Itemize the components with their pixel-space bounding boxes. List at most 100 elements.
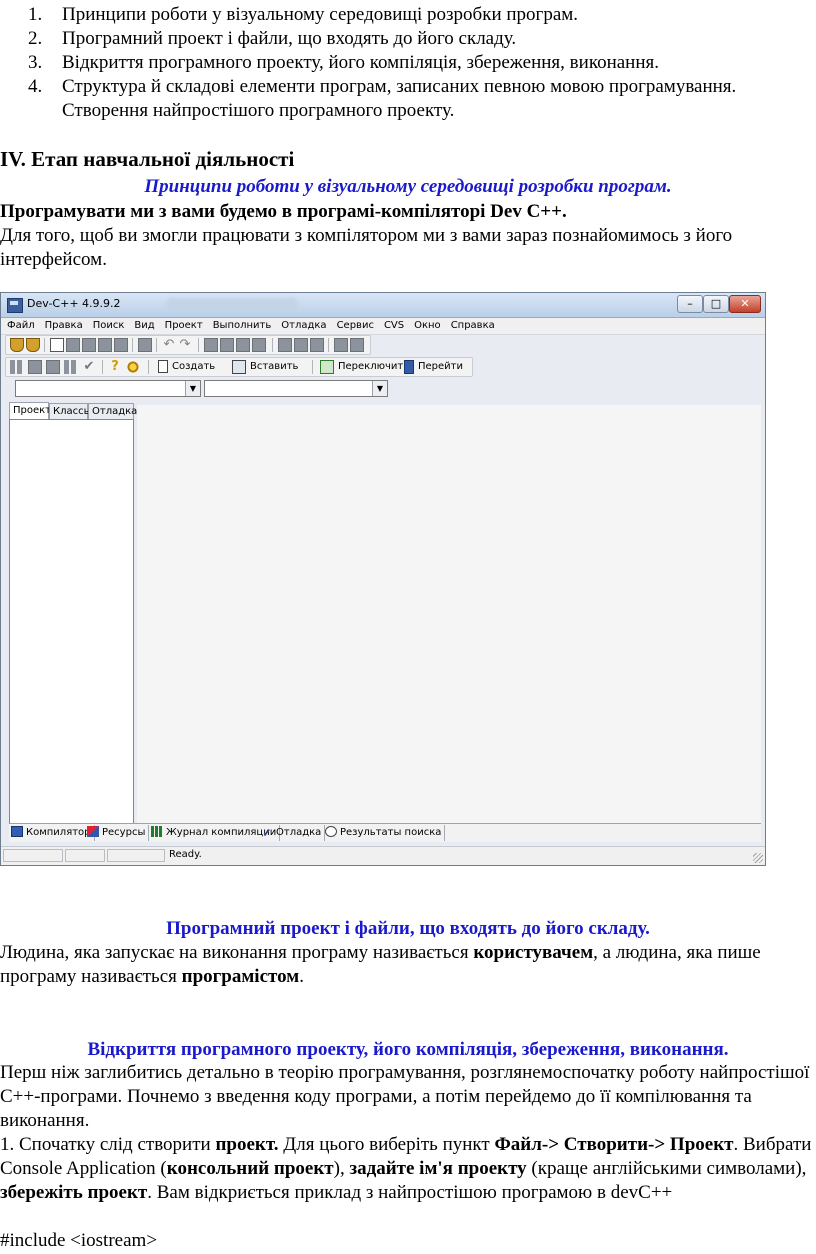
debug-check-icon[interactable]: ✔ [82, 360, 96, 374]
status-text: Ready. [169, 849, 202, 860]
tab-search-results[interactable]: Результаты поиска [325, 825, 446, 841]
help-icon[interactable]: ? [108, 360, 122, 374]
about-icon[interactable] [126, 360, 140, 374]
document-page: 1. Принципи роботи у візуальному середови… [0, 0, 816, 1254]
toolbar-separator [102, 360, 103, 374]
open-icon[interactable] [66, 338, 80, 352]
part3-heading: Відкриття програмного проекту, його комп… [87, 1039, 729, 1060]
tab-debug[interactable]: Отладка [88, 403, 137, 419]
tab-project[interactable]: Проект [9, 402, 51, 420]
switch-button[interactable]: Переключить [338, 361, 409, 373]
toolbar-separator [198, 338, 199, 352]
menu-file[interactable]: Файл [1, 318, 39, 332]
toolbar-separator [312, 360, 313, 374]
compile-run-icon[interactable] [46, 360, 60, 374]
text-run: ), [333, 1158, 350, 1179]
menu-help[interactable]: Справка [445, 318, 499, 332]
find-icon[interactable] [204, 338, 218, 352]
rebuild-icon[interactable] [64, 360, 78, 374]
project-options-icon[interactable] [310, 338, 324, 352]
term-save-project: збережіть проект [0, 1182, 148, 1203]
remove-from-project-icon[interactable] [294, 338, 308, 352]
comment-icon[interactable] [334, 338, 348, 352]
debug-icon: ✓ [261, 826, 273, 840]
print-icon[interactable] [138, 338, 152, 352]
close-button[interactable]: ✕ [729, 295, 761, 313]
menu-project[interactable]: Проект [159, 318, 207, 332]
tab-classes[interactable]: Классы [49, 403, 92, 419]
term-set-name: задайте ім'я проекту [349, 1158, 527, 1179]
project-browser-panel[interactable] [9, 419, 134, 824]
tab-resources[interactable]: Ресурсы [87, 825, 150, 841]
status-position [3, 849, 63, 862]
menu-search[interactable]: Поиск [87, 318, 129, 332]
goto-line-icon[interactable] [252, 338, 266, 352]
tab-label: Журнал компиляции [166, 827, 277, 838]
member-combo[interactable]: ▼ [204, 380, 388, 397]
compile-icon[interactable] [10, 360, 24, 374]
devcpp-app-icon [7, 298, 23, 313]
redo-icon[interactable]: ↷ [178, 338, 192, 352]
tab-compiler[interactable]: Компилятор [11, 825, 95, 841]
switch-icon[interactable] [320, 360, 334, 374]
create-button[interactable]: Создать [172, 361, 215, 373]
insert-button[interactable]: Вставить [250, 361, 298, 373]
term-programmer: програмістом [181, 966, 300, 987]
goto-button[interactable]: Перейти [418, 361, 463, 373]
tab-debug-output[interactable]: ✓ Отладка [261, 825, 326, 841]
text-run: (краще англійськими символами), [526, 1158, 807, 1179]
compiler-icon [11, 826, 23, 837]
replace-icon[interactable] [220, 338, 234, 352]
editor-area[interactable] [137, 405, 761, 825]
insert-icon[interactable] [232, 360, 246, 374]
save-icon[interactable] [82, 338, 96, 352]
menu-execute[interactable]: Выполнить [207, 318, 276, 332]
menu-debug[interactable]: Отладка [275, 318, 330, 332]
section-subtitle: Принципи роботи у візуальному середовищі… [144, 176, 672, 197]
undo-icon[interactable]: ↶ [162, 338, 176, 352]
text-run: Людина, яка запускає на виконання програ… [0, 942, 474, 963]
add-to-project-icon[interactable] [278, 338, 292, 352]
save-all-icon[interactable] [98, 338, 112, 352]
list-item: 1. Принципи роботи у візуальному середови… [28, 3, 810, 27]
minimize-button[interactable]: – [677, 295, 703, 313]
goto-icon[interactable] [404, 360, 414, 374]
indent-icon[interactable] [350, 338, 364, 352]
menu-edit[interactable]: Правка [39, 318, 87, 332]
intro-bold-line: Програмувати ми з вами будемо в програмі… [0, 201, 567, 222]
toolbar-separator [156, 338, 157, 352]
text-run: 1. Спочатку слід створити [0, 1134, 216, 1155]
class-combo[interactable]: ▼ [15, 380, 201, 397]
tab-label: Ресурсы [102, 827, 146, 838]
devcpp-window: Dev-C++ 4.9.9.2 – □ ✕ Файл Правка Поиск Вид… [0, 292, 766, 866]
project-icon[interactable] [10, 338, 24, 352]
maximize-button[interactable]: □ [703, 295, 729, 313]
list-text: Структура й складові елементи програм, з… [62, 76, 737, 121]
menu-cvs[interactable]: CVS [378, 318, 408, 332]
create-icon[interactable] [158, 360, 168, 373]
dropdown-arrow-icon[interactable]: ▼ [185, 381, 200, 396]
menu-tools[interactable]: Сервис [331, 318, 378, 332]
window-title: Dev-C++ 4.9.9.2 [27, 297, 121, 310]
list-text: Відкриття програмного проекту, його комп… [62, 52, 660, 73]
bottom-panel-tabs: Компилятор Ресурсы Журнал компиляции ✓ От… [9, 823, 761, 842]
blurred-title-area [167, 298, 297, 309]
tab-label: Компилятор [26, 827, 91, 838]
run-icon[interactable] [28, 360, 42, 374]
list-item: 4. Структура й складові елементи програм,… [28, 75, 810, 123]
toolbar-separator [328, 338, 329, 352]
menu-view[interactable]: Вид [128, 318, 158, 332]
dropdown-arrow-icon[interactable]: ▼ [372, 381, 387, 396]
menu-window[interactable]: Окно [408, 318, 445, 332]
part2-heading: Програмний проект і файли, що входять до… [166, 918, 650, 939]
close-file-icon[interactable] [114, 338, 128, 352]
class-icon[interactable] [26, 338, 40, 352]
toolbar-separator [44, 338, 45, 352]
list-number: 3. [28, 52, 43, 73]
resize-grip-icon[interactable] [753, 853, 763, 863]
new-file-icon[interactable] [50, 338, 64, 352]
status-lines [107, 849, 165, 862]
menu-path: Файл-> Створити-> Проект [494, 1134, 734, 1155]
find-next-icon[interactable] [236, 338, 250, 352]
term-console-project: консольний проект [166, 1158, 334, 1179]
